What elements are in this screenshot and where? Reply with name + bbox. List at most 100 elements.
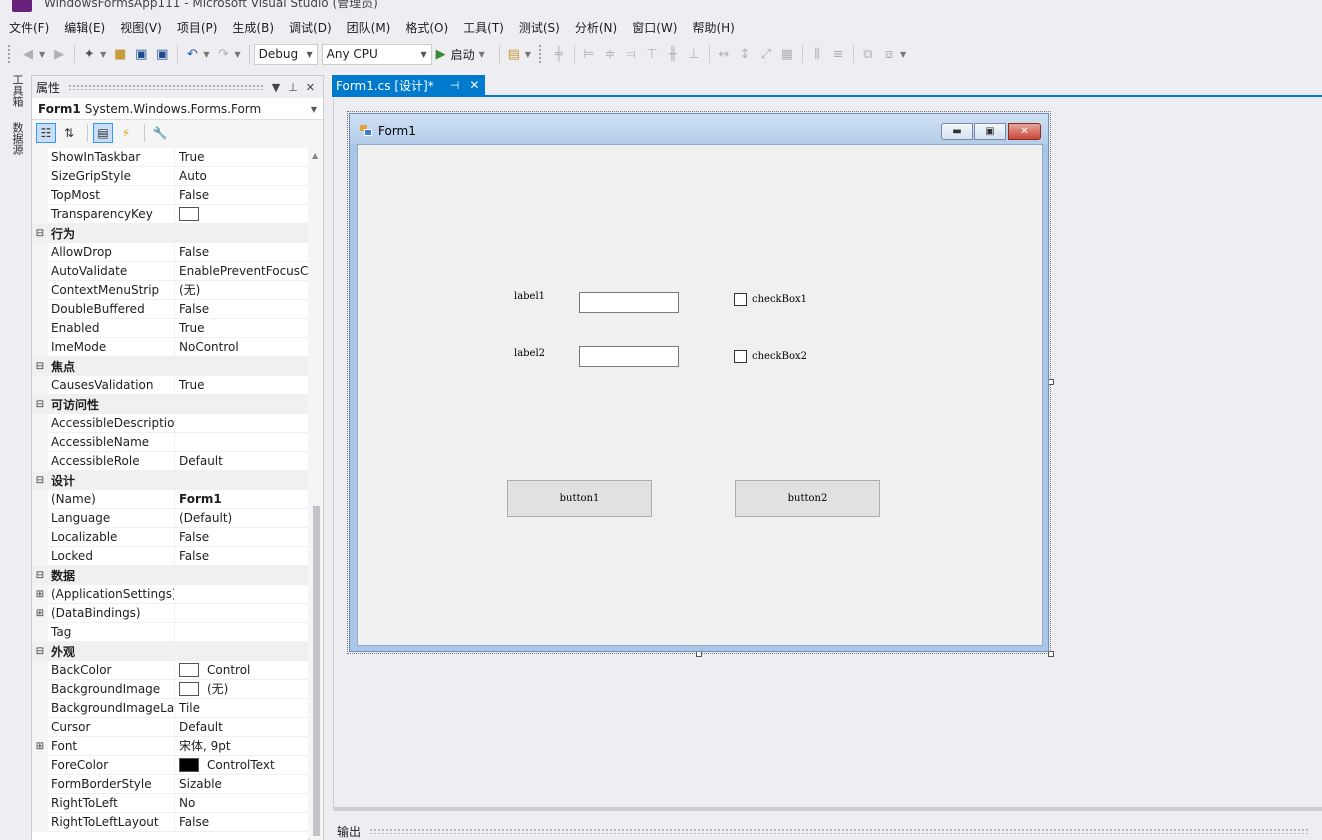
form1-window[interactable]: Form1 ▬ ▣ ✕ label1 checkBox1 label2 chec… bbox=[349, 113, 1049, 652]
redo-icon[interactable]: ↷ bbox=[213, 44, 233, 64]
property-category[interactable]: ⊟ 设计 bbox=[32, 471, 308, 490]
property-row[interactable]: AccessibleRole Default bbox=[32, 452, 308, 471]
property-category[interactable]: ⊟ 行为 bbox=[32, 224, 308, 243]
new-dropdown-icon[interactable]: ▼ bbox=[100, 50, 106, 59]
property-value[interactable]: Auto bbox=[175, 167, 308, 186]
menu-tools[interactable]: 工具(T) bbox=[457, 17, 510, 39]
label2[interactable]: label2 bbox=[514, 348, 545, 359]
minimize-icon[interactable]: ▬ bbox=[941, 123, 973, 140]
property-row[interactable]: ContextMenuStrip (无) bbox=[32, 281, 308, 300]
property-category[interactable]: ⊟ 数据 bbox=[32, 566, 308, 585]
scrollbar-thumb[interactable] bbox=[313, 506, 320, 836]
panel-drag-grip[interactable] bbox=[369, 828, 1309, 834]
find-in-files-icon[interactable]: ▤ bbox=[504, 44, 524, 64]
property-value[interactable]: 宋体, 9pt bbox=[175, 737, 308, 756]
property-value[interactable]: No bbox=[175, 794, 308, 813]
collapse-icon[interactable]: ⊟ bbox=[32, 642, 48, 661]
close-icon[interactable]: ✕ bbox=[306, 81, 315, 94]
button1[interactable]: button1 bbox=[507, 480, 652, 517]
collapse-icon[interactable]: ⊟ bbox=[32, 471, 48, 490]
navigate-forward-icon[interactable]: ▶ bbox=[49, 44, 69, 64]
property-value[interactable]: (无) bbox=[175, 281, 308, 300]
toolbar-options-icon[interactable]: ▼ bbox=[900, 50, 906, 59]
property-category[interactable]: ⊟ 焦点 bbox=[32, 357, 308, 376]
bring-to-front-icon[interactable]: ⧉ bbox=[858, 44, 878, 64]
property-value[interactable] bbox=[175, 414, 308, 433]
menu-edit[interactable]: 编辑(E) bbox=[58, 17, 111, 39]
collapse-icon[interactable]: ⊟ bbox=[32, 395, 48, 414]
property-row[interactable]: Enabled True bbox=[32, 319, 308, 338]
property-row[interactable]: Tag bbox=[32, 623, 308, 642]
toolbox-tab[interactable]: 工具箱 bbox=[9, 74, 25, 107]
menu-help[interactable]: 帮助(H) bbox=[686, 17, 740, 39]
object-selector[interactable]: Form1 System.Windows.Forms.Form ▼ bbox=[32, 98, 323, 120]
align-centers-icon[interactable]: ≑ bbox=[600, 44, 620, 64]
checkbox1-box[interactable] bbox=[734, 293, 747, 306]
panel-options-icon[interactable]: ▼ bbox=[272, 81, 280, 94]
start-debugging-button[interactable]: ▶ 启动 ▼ bbox=[436, 46, 489, 63]
toolbar-options-icon[interactable]: ▼ bbox=[525, 50, 531, 59]
menu-debug[interactable]: 调试(D) bbox=[283, 17, 338, 39]
property-row[interactable]: SizeGripStyle Auto bbox=[32, 167, 308, 186]
menu-team[interactable]: 团队(M) bbox=[341, 17, 397, 39]
datasources-tab[interactable]: 数据源 bbox=[9, 122, 25, 155]
property-row[interactable]: BackColor Control bbox=[32, 661, 308, 680]
save-icon[interactable]: ▣ bbox=[131, 44, 151, 64]
checkbox2-box[interactable] bbox=[734, 350, 747, 363]
textbox1[interactable] bbox=[579, 292, 679, 313]
make-same-height-icon[interactable]: ↕ bbox=[735, 44, 755, 64]
property-value[interactable]: (无) bbox=[175, 680, 308, 699]
menu-view[interactable]: 视图(V) bbox=[114, 17, 168, 39]
open-file-icon[interactable]: ■ bbox=[110, 44, 130, 64]
property-value[interactable] bbox=[175, 585, 308, 604]
solution-configuration-select[interactable]: Debug ▼ bbox=[253, 43, 318, 65]
property-category[interactable]: ⊟ 外观 bbox=[32, 642, 308, 661]
property-row[interactable]: Localizable False bbox=[32, 528, 308, 547]
label1[interactable]: label1 bbox=[514, 291, 545, 302]
tab-form1-designer[interactable]: Form1.cs [设计]* ⊣ ✕ bbox=[332, 75, 486, 95]
back-dropdown-icon[interactable]: ▼ bbox=[39, 50, 45, 59]
close-icon[interactable]: ✕ bbox=[1008, 123, 1041, 140]
property-value[interactable] bbox=[175, 623, 308, 642]
scroll-up-icon[interactable]: ▲ bbox=[312, 151, 318, 160]
menu-test[interactable]: 测试(S) bbox=[513, 17, 566, 39]
form-client-area[interactable]: label1 checkBox1 label2 checkBox2 button… bbox=[357, 144, 1043, 646]
property-value[interactable]: True bbox=[175, 319, 308, 338]
property-row[interactable]: ForeColor ControlText bbox=[32, 756, 308, 775]
alphabetical-icon[interactable]: ⇅ bbox=[59, 123, 79, 143]
property-row[interactable]: BackgroundImageLayout Tile bbox=[32, 699, 308, 718]
property-row[interactable]: Locked False bbox=[32, 547, 308, 566]
button2[interactable]: button2 bbox=[735, 480, 880, 517]
align-tops-icon[interactable]: ⊤ bbox=[642, 44, 662, 64]
size-to-grid-icon[interactable]: ▦ bbox=[777, 44, 797, 64]
property-value[interactable]: Sizable bbox=[175, 775, 308, 794]
pin-icon[interactable]: ⊥ bbox=[288, 81, 298, 94]
property-row[interactable]: Language (Default) bbox=[32, 509, 308, 528]
property-category[interactable]: ⊟ 可访问性 bbox=[32, 395, 308, 414]
solution-platform-select[interactable]: Any CPU ▼ bbox=[321, 43, 432, 65]
send-to-back-icon[interactable]: ⧈ bbox=[879, 44, 899, 64]
property-row[interactable]: ShowInTaskbar True bbox=[32, 148, 308, 167]
collapse-icon[interactable]: ⊟ bbox=[32, 224, 48, 243]
navigate-back-icon[interactable]: ◀ bbox=[18, 44, 38, 64]
events-icon[interactable]: ⚡ bbox=[116, 123, 136, 143]
make-same-width-icon[interactable]: ↔ bbox=[714, 44, 734, 64]
property-row[interactable]: ⊞ (DataBindings) bbox=[32, 604, 308, 623]
property-value[interactable]: False bbox=[175, 813, 308, 832]
panel-drag-grip[interactable] bbox=[68, 84, 264, 90]
close-icon[interactable]: ✕ bbox=[469, 78, 479, 92]
property-value[interactable]: False bbox=[175, 243, 308, 262]
property-row[interactable]: TopMost False bbox=[32, 186, 308, 205]
start-dropdown-icon[interactable]: ▼ bbox=[479, 50, 485, 59]
property-row[interactable]: AutoValidate EnablePreventFocusChange bbox=[32, 262, 308, 281]
property-value[interactable]: Control bbox=[175, 661, 308, 680]
property-row[interactable]: TransparencyKey bbox=[32, 205, 308, 224]
property-value[interactable]: False bbox=[175, 186, 308, 205]
property-row[interactable]: CausesValidation True bbox=[32, 376, 308, 395]
property-row[interactable]: AccessibleDescription bbox=[32, 414, 308, 433]
property-row[interactable]: ⊞ (ApplicationSettings) bbox=[32, 585, 308, 604]
align-lefts-icon[interactable]: ⊨ bbox=[579, 44, 599, 64]
property-row[interactable]: Cursor Default bbox=[32, 718, 308, 737]
property-value[interactable]: EnablePreventFocusChange bbox=[175, 262, 308, 281]
horizontal-spacing-icon[interactable]: ⫼ bbox=[807, 44, 827, 64]
